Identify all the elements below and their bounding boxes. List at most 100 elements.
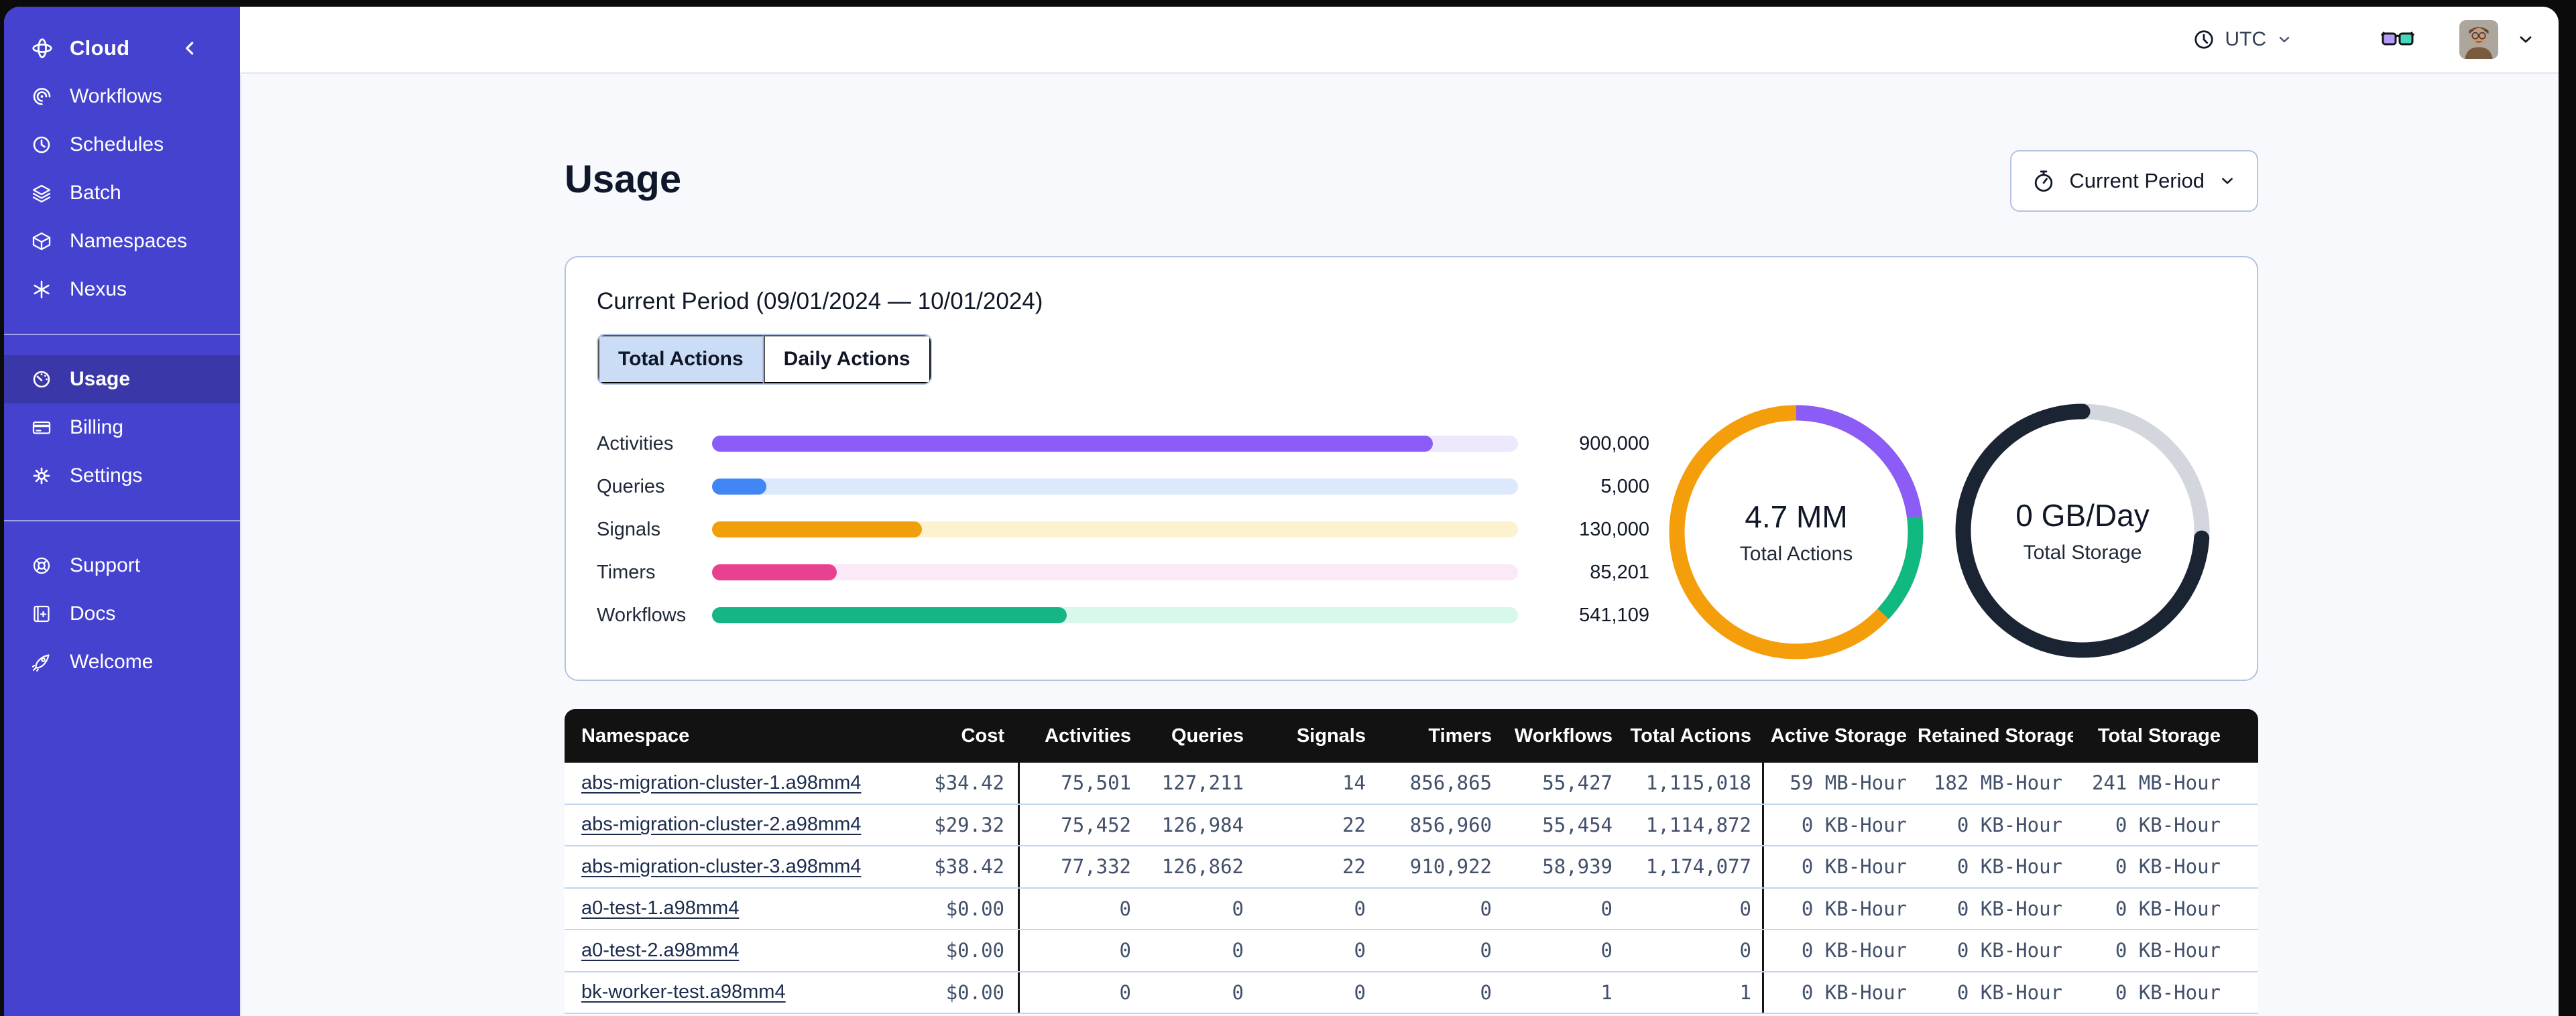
cell-value: 126,862 xyxy=(1161,855,1244,879)
table-cell: 0 KB-Hour xyxy=(1918,855,2073,878)
sidebar-item-billing[interactable]: Billing xyxy=(4,403,240,452)
table-cell: 0 xyxy=(1142,981,1254,1004)
sidebar-item-docs[interactable]: Docs xyxy=(4,590,240,638)
table-cell: 126,984 xyxy=(1142,814,1254,836)
bar-fill xyxy=(712,479,766,495)
timezone-selector[interactable]: UTC xyxy=(2192,28,2293,51)
sidebar-item-label: Workflows xyxy=(70,85,162,107)
cell-value: 0 xyxy=(1739,897,1751,920)
sidebar-item-batch[interactable]: Batch xyxy=(4,169,240,217)
cell-value: 0 xyxy=(1600,897,1613,920)
user-menu-chevron-icon[interactable] xyxy=(2516,29,2536,50)
billing-icon xyxy=(31,417,52,438)
table-cell: 0 KB-Hour xyxy=(1918,897,2073,920)
cell-value: 0 xyxy=(1480,897,1492,920)
usage-summary-card: Current Period (09/01/2024 — 10/01/2024)… xyxy=(565,256,2258,681)
sidebar-item-workflows[interactable]: Workflows xyxy=(4,72,240,121)
cell-value: 1,115,018 xyxy=(1645,771,1751,795)
sidebar-item-label: Support xyxy=(70,554,141,576)
namespace-link[interactable]: a0-test-1.a98mm4 xyxy=(581,897,739,919)
bar-row-workflows: Workflows 541,109 xyxy=(597,594,1656,637)
table-cell: 0 xyxy=(1018,972,1142,1013)
tab-total-actions[interactable]: Total Actions xyxy=(598,335,764,383)
welcome-icon xyxy=(31,651,52,673)
bar-track xyxy=(712,564,1518,580)
chevron-down-icon xyxy=(2276,31,2293,48)
cell-value: 59 MB-Hour xyxy=(1790,771,1907,795)
table-cell: 75,452 xyxy=(1018,804,1142,845)
sidebar-item-support[interactable]: Support xyxy=(4,542,240,590)
total-actions-donut: 4.7 MM Total Actions xyxy=(1655,391,1937,673)
cell-value: 241 MB-Hour xyxy=(2091,771,2221,795)
sidebar-divider xyxy=(4,520,240,521)
bar-label: Activities xyxy=(597,432,674,454)
bar-track xyxy=(712,479,1518,495)
temporal-logo-icon xyxy=(31,37,54,60)
namespace-link[interactable]: bk-worker-test.a98mm4 xyxy=(581,981,786,1003)
table-cell: 0 xyxy=(1142,897,1254,920)
namespace-link[interactable]: abs-migration-cluster-1.a98mm4 xyxy=(581,772,861,793)
column-header-signals: Signals xyxy=(1296,724,1366,747)
sidebar: Cloud Workflows Schedules Batch Namespaces N… xyxy=(4,7,240,1016)
bar-fill xyxy=(712,436,1433,452)
sidebar-item-label: Usage xyxy=(70,368,131,390)
cell-value: 0 xyxy=(1232,939,1244,962)
bar-row-queries: Queries 5,000 xyxy=(597,465,1656,508)
cell-value: 0 KB-Hour xyxy=(1801,939,1907,962)
sidebar-item-nexus[interactable]: Nexus xyxy=(4,265,240,314)
column-header-retained-storage: Retained Storage xyxy=(1918,724,2073,747)
actions-tab-group: Total Actions Daily Actions xyxy=(597,334,932,385)
period-selector-button[interactable]: Current Period xyxy=(2010,150,2258,212)
schedules-icon xyxy=(31,134,52,155)
bar-value: 85,201 xyxy=(1590,561,1649,583)
table-cell: 0 xyxy=(1254,981,1377,1004)
usage-card-title: Current Period (09/01/2024 — 10/01/2024) xyxy=(597,288,1043,314)
table-cell: 1 xyxy=(1623,981,1762,1004)
cell-value: 77,332 xyxy=(1061,855,1131,879)
cell-value: 0 KB-Hour xyxy=(1956,939,2062,962)
column-header-queries: Queries xyxy=(1171,724,1244,747)
table-cell: 0 xyxy=(1623,897,1762,920)
cell-value: 75,452 xyxy=(1061,813,1131,836)
namespace-link[interactable]: a0-test-2.a98mm4 xyxy=(581,940,739,961)
chevron-down-icon xyxy=(2218,172,2237,190)
tab-daily-actions[interactable]: Daily Actions xyxy=(763,335,931,383)
avatar[interactable] xyxy=(2459,20,2498,59)
table-row: abs-migration-cluster-1.a98mm4 $34.42 75,5… xyxy=(565,763,2258,805)
table-cell: 856,960 xyxy=(1377,814,1503,836)
table-cell: 22 xyxy=(1254,814,1377,836)
table-cell: 59 MB-Hour xyxy=(1762,763,1918,804)
cell-value: 0 xyxy=(1119,980,1131,1004)
column-header-timers: Timers xyxy=(1428,724,1492,747)
namespace-link[interactable]: abs-migration-cluster-2.a98mm4 xyxy=(581,814,861,835)
sidebar-item-schedules[interactable]: Schedules xyxy=(4,121,240,169)
sidebar-item-label: Namespaces xyxy=(70,230,188,252)
cell-value: 0 KB-Hour xyxy=(1956,813,2062,836)
column-header-total-storage: Total Storage xyxy=(2097,724,2221,747)
table-cell: 1 xyxy=(1503,981,1623,1004)
table-cell: 0 xyxy=(1018,888,1142,929)
table-cell: 55,427 xyxy=(1503,771,1623,794)
sidebar-item-welcome[interactable]: Welcome xyxy=(4,638,240,686)
cell-value: 182 MB-Hour xyxy=(1933,771,2062,795)
sidebar-item-settings[interactable]: Settings xyxy=(4,452,240,500)
total-storage-donut: 0 GB/Day Total Storage xyxy=(1942,390,2223,672)
sidebar-divider xyxy=(4,334,240,335)
table-cell: 910,922 xyxy=(1377,855,1503,878)
topbar: UTC xyxy=(240,7,2559,74)
collapse-sidebar-icon[interactable] xyxy=(178,37,201,60)
cell-value: $0.00 xyxy=(945,897,1004,920)
table-row: a0-test-1.a98mm4 $0.00 0 0 0 0 0 0 0 KB-Hour 0 KB… xyxy=(565,888,2258,930)
cell-value: 0 xyxy=(1354,939,1366,962)
bar-track xyxy=(712,436,1518,452)
cell-value: 0 KB-Hour xyxy=(2115,855,2221,879)
namespace-usage-table: Namespace Cost Activities Queries Signals Tim… xyxy=(565,709,2258,1014)
glasses-icon[interactable] xyxy=(2380,26,2415,53)
namespace-link[interactable]: abs-migration-cluster-3.a98mm4 xyxy=(581,856,861,877)
sidebar-item-namespaces[interactable]: Namespaces xyxy=(4,217,240,265)
sidebar-item-usage[interactable]: Usage xyxy=(4,355,240,403)
table-row: abs-migration-cluster-2.a98mm4 $29.32 75,4… xyxy=(565,804,2258,846)
cell-value: 856,865 xyxy=(1409,771,1492,795)
donut-value: 4.7 MM xyxy=(1745,499,1848,534)
cell-value: 0 KB-Hour xyxy=(2115,897,2221,920)
